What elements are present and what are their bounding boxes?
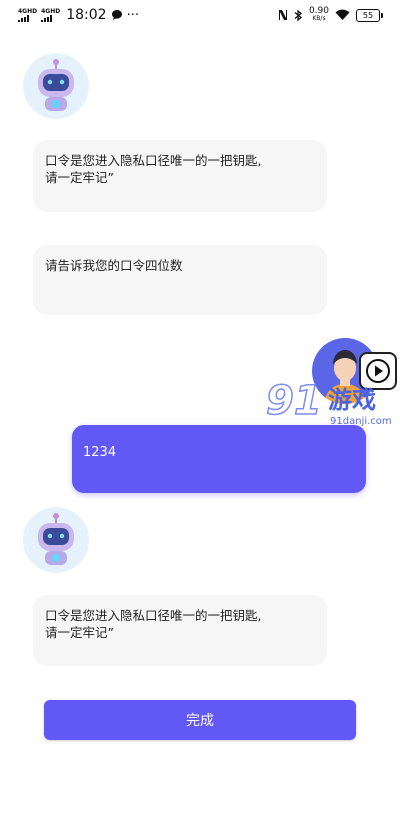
network-speed-unit: KB/s	[312, 15, 326, 22]
bot-message: 口令是您进入隐私口径唯一的一把钥匙, 请一定牢记”	[33, 595, 327, 666]
signal-1: 4GHD	[18, 8, 37, 22]
signal-bars-icon	[41, 15, 53, 22]
robot-icon	[38, 513, 74, 565]
bot-message: 请告诉我您的口令四位数	[33, 245, 327, 315]
signal-2: 4GHD	[41, 8, 60, 22]
chat-icon	[111, 10, 122, 20]
robot-icon	[38, 59, 74, 111]
nfc-icon	[278, 10, 287, 20]
more-notifications: ···	[126, 7, 139, 23]
done-button[interactable]: 完成	[44, 700, 356, 740]
bot-avatar	[23, 53, 89, 119]
bot-message: 口令是您进入隐私口径唯一的一把钥匙, 请一定牢记”	[33, 140, 327, 212]
bluetooth-icon	[294, 9, 302, 21]
signal-bars-icon	[18, 15, 29, 22]
status-bar: 4GHD 4GHD 18:02 ··· 0.90 KB/s 55	[0, 0, 400, 32]
user-message: 1234	[72, 425, 366, 493]
clock: 18:02	[66, 7, 107, 23]
wifi-icon	[335, 9, 350, 20]
network-speed-value: 0.90	[308, 6, 329, 16]
signal-1-label: 4GHD	[18, 8, 38, 15]
watermark-number: 91	[265, 378, 322, 424]
watermark-brand: 游戏	[328, 386, 376, 414]
signal-2-label: 4GHD	[41, 8, 61, 15]
bot-avatar	[23, 507, 89, 573]
battery-indicator: 55	[356, 8, 383, 22]
network-speed: 0.90 KB/s	[309, 7, 329, 23]
